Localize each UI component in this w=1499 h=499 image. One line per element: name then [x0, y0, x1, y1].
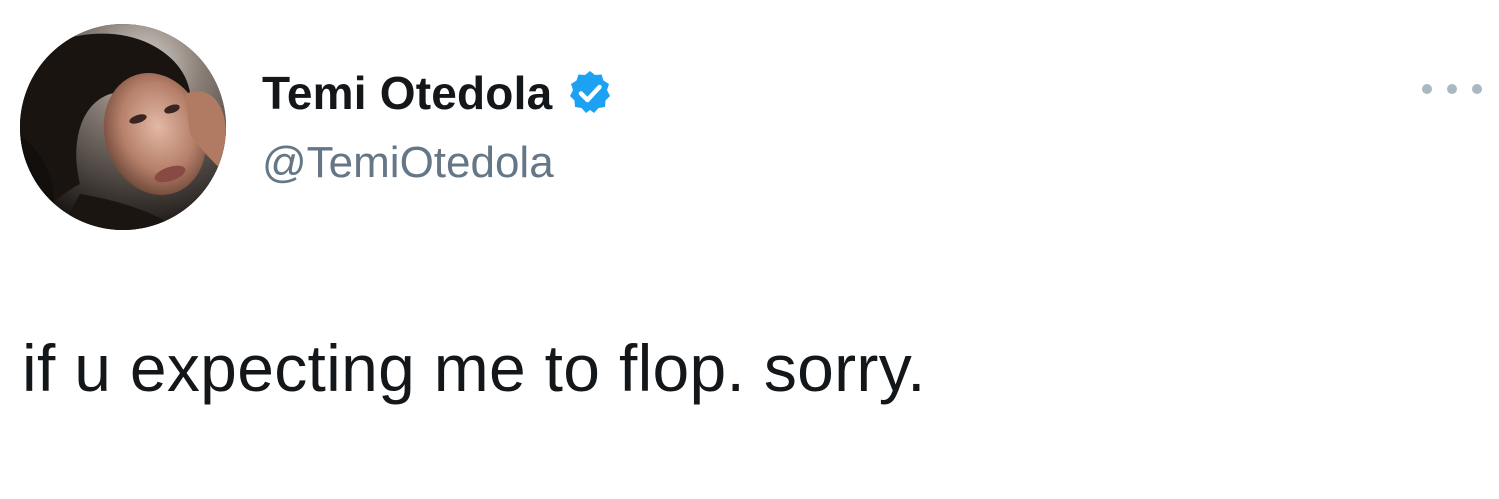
tweet-card: Temi Otedola @TemiOtedola if u expecting… [0, 0, 1499, 499]
author-handle[interactable]: @TemiOtedola [262, 138, 554, 188]
tweet-text: if u expecting me to flop. sorry. [22, 331, 926, 405]
more-dot [1447, 84, 1457, 94]
avatar[interactable] [20, 24, 226, 230]
more-dot [1422, 84, 1432, 94]
verified-badge-icon [570, 71, 611, 113]
more-dot [1472, 84, 1482, 94]
more-options-icon[interactable] [1422, 74, 1482, 104]
profile-photo [20, 24, 226, 230]
author-name-row: Temi Otedola [262, 62, 614, 124]
author-display-name[interactable]: Temi Otedola [262, 66, 552, 120]
